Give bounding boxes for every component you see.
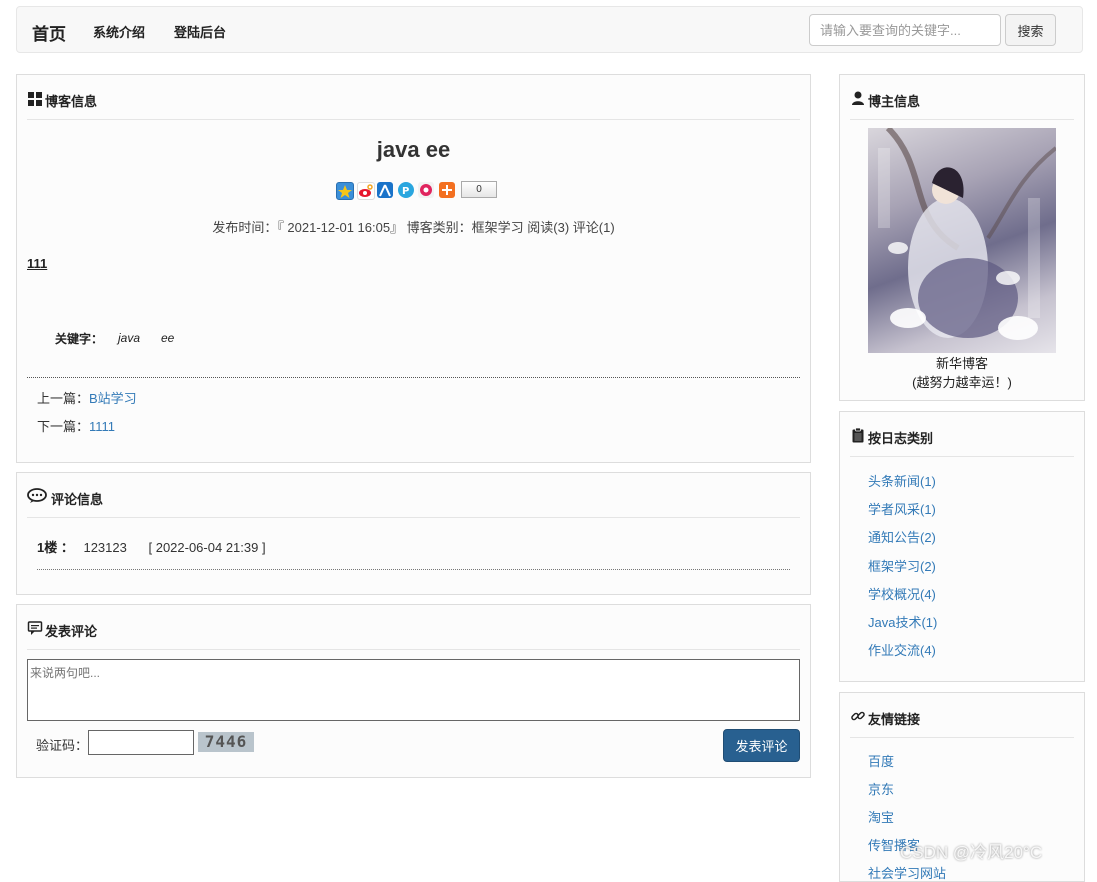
friend-links-header: 友情链接 bbox=[850, 693, 1074, 738]
keyword-tag[interactable]: java bbox=[118, 331, 140, 345]
comment-text: 123123 bbox=[83, 540, 127, 555]
category-link[interactable]: 头条新闻(1) bbox=[868, 471, 936, 490]
comments-title: 评论信息 bbox=[51, 492, 104, 507]
category-link[interactable]: 学校概况(4) bbox=[868, 584, 936, 603]
blogger-motto: (越努力越幸运！) bbox=[912, 375, 1012, 390]
search-button[interactable]: 搜索 bbox=[1005, 14, 1056, 46]
blog-info-panel: 博客信息 java ee P 0 发布时间：『 2021-12-01 16:05… bbox=[16, 74, 811, 463]
category-link[interactable]: 学者风采(1) bbox=[868, 499, 936, 518]
blog-info-header: 博客信息 bbox=[27, 75, 800, 120]
comment-textarea[interactable] bbox=[27, 659, 800, 721]
user-icon bbox=[852, 91, 864, 105]
friend-links-title: 友情链接 bbox=[868, 712, 921, 727]
blog-info-title: 博客信息 bbox=[45, 94, 98, 109]
blogger-name: 新华博客 bbox=[935, 356, 988, 371]
submit-comment-button[interactable]: 发表评论 bbox=[723, 729, 800, 762]
friend-link[interactable]: 淘宝 bbox=[868, 807, 894, 826]
blogger-avatar bbox=[868, 128, 1056, 353]
prev-post: 上一篇：B站学习 bbox=[37, 388, 137, 407]
clipboard-icon bbox=[852, 427, 864, 443]
comment-floor: 1楼 ： bbox=[37, 540, 74, 555]
blogger-info-panel: 博主信息 新华博客 (越努力越幸运！) bbox=[839, 74, 1085, 401]
grid-icon bbox=[28, 92, 42, 106]
comments-panel: 评论信息 1楼 ： 123123 [ 2022-06-04 21:39 ] bbox=[16, 472, 811, 595]
captcha-image[interactable]: 7446 bbox=[198, 732, 254, 752]
prev-post-link[interactable]: B站学习 bbox=[89, 391, 137, 406]
captcha-input[interactable] bbox=[88, 730, 194, 755]
prev-post-label: 上一篇： bbox=[37, 391, 90, 406]
comment-bubble-icon bbox=[27, 488, 47, 503]
message-icon bbox=[27, 621, 43, 635]
renren-share-icon[interactable] bbox=[377, 182, 393, 198]
nav-item-admin-login[interactable]: 登陆后台 bbox=[174, 22, 226, 41]
tencent-share-icon[interactable]: P bbox=[398, 182, 414, 198]
search-input[interactable] bbox=[809, 14, 1001, 46]
keyword-tag[interactable]: ee bbox=[161, 331, 174, 345]
post-comment-header: 发表评论 bbox=[27, 605, 800, 650]
blogger-info-title: 博主信息 bbox=[868, 94, 921, 109]
douban-share-icon[interactable] bbox=[418, 182, 434, 198]
top-navbar: 首页 系统介绍 登陆后台 搜索 bbox=[16, 6, 1083, 53]
link-icon bbox=[851, 711, 865, 721]
csdn-watermark: CSDN @冷风20°C bbox=[900, 843, 1043, 862]
category-link[interactable]: Java技术(1) bbox=[868, 612, 937, 631]
friend-link[interactable]: 京东 bbox=[868, 779, 894, 798]
captcha-label: 验证码： bbox=[36, 738, 89, 753]
nav-home-link[interactable]: 首页 bbox=[32, 20, 66, 45]
share-counter: 0 bbox=[461, 181, 497, 198]
categories-header: 按日志类别 bbox=[850, 412, 1074, 457]
blog-content: 111 bbox=[27, 256, 48, 271]
category-link[interactable]: 框架学习(2) bbox=[868, 556, 936, 575]
next-post-label: 下一篇： bbox=[37, 419, 90, 434]
nav-item-intro[interactable]: 系统介绍 bbox=[93, 22, 145, 41]
categories-title: 按日志类别 bbox=[868, 431, 934, 446]
blog-title: java ee bbox=[376, 137, 451, 162]
friend-link[interactable]: 百度 bbox=[868, 751, 894, 770]
post-comment-panel: 发表评论 验证码： 7446 发表评论 bbox=[16, 604, 811, 778]
qzone-share-icon[interactable] bbox=[336, 182, 354, 200]
blog-meta: 发布时间：『 2021-12-01 16:05』 博客类别：框架学习 阅读(3)… bbox=[212, 220, 615, 235]
category-link[interactable]: 作业交流(4) bbox=[868, 640, 936, 659]
weibo-share-icon[interactable] bbox=[357, 182, 375, 200]
category-link[interactable]: 通知公告(2) bbox=[868, 527, 936, 546]
keywords-label: 关键字： bbox=[55, 332, 104, 346]
comments-header: 评论信息 bbox=[27, 473, 800, 518]
post-comment-title: 发表评论 bbox=[45, 624, 98, 639]
friend-link[interactable]: 社会学习网站 bbox=[868, 863, 946, 882]
divider bbox=[37, 569, 790, 570]
blogger-info-header: 博主信息 bbox=[850, 75, 1074, 120]
divider bbox=[27, 377, 800, 378]
next-post-link[interactable]: 1111 bbox=[89, 419, 115, 434]
svg-text:P: P bbox=[402, 186, 409, 197]
more-share-icon[interactable] bbox=[439, 182, 455, 198]
comment-item: 1楼 ： 123123 [ 2022-06-04 21:39 ] bbox=[37, 537, 266, 556]
categories-panel: 按日志类别 头条新闻(1) 学者风采(1) 通知公告(2) 框架学习(2) 学校… bbox=[839, 411, 1085, 682]
comment-time: [ 2022-06-04 21:39 ] bbox=[148, 540, 266, 555]
next-post: 下一篇：1111 bbox=[37, 416, 115, 435]
